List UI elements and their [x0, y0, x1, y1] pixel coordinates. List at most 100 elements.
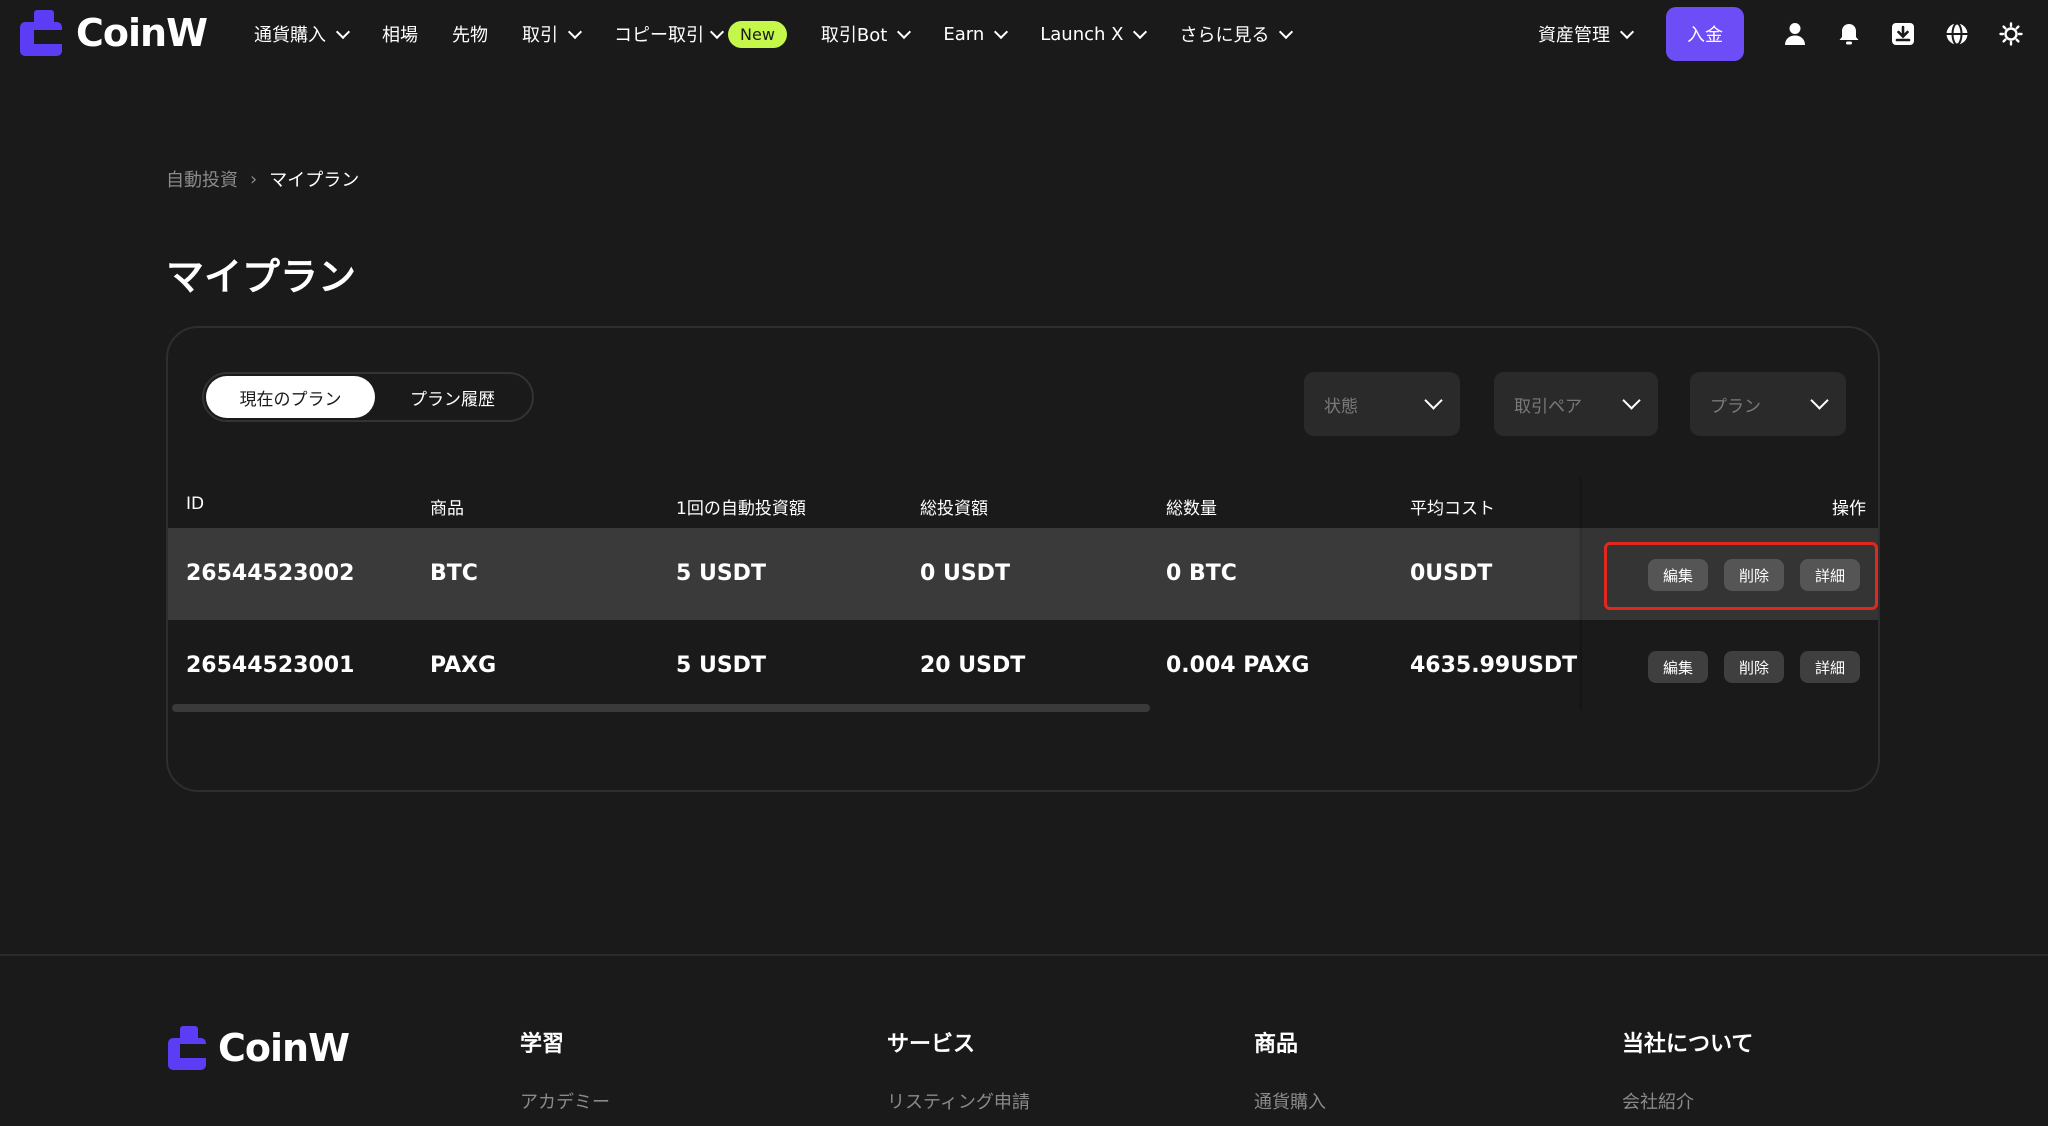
column-header-actions: 操作 [1832, 499, 1866, 519]
pair-filter[interactable]: 取引ペア [1494, 372, 1658, 436]
coinw-logo-icon [20, 10, 62, 56]
column-header-total-qty: 総数量 [1166, 499, 1217, 519]
nav-label: 取引Bot [820, 25, 888, 46]
footer-column-learn: 学習 アカデミー [520, 1026, 610, 1114]
column-header-id: ID [186, 494, 205, 514]
footer-column-products: 商品 通貨購入 [1254, 1026, 1326, 1114]
nav-label: 取引 [522, 25, 558, 46]
plan-total-qty: 0 BTC [1166, 561, 1237, 586]
footer-column-title: 学習 [520, 1032, 565, 1057]
nav-more[interactable]: さらに見る [1179, 21, 1294, 47]
plan-avg-cost: 4635.99USDT [1410, 653, 1578, 678]
delete-button[interactable]: 削除 [1724, 651, 1784, 683]
tab-plan-history[interactable]: プラン履歴 [375, 376, 530, 418]
nav-launch-x[interactable]: Launch X [1040, 23, 1148, 45]
footer-column-title: サービス [887, 1032, 976, 1057]
bell-icon[interactable] [1836, 21, 1862, 47]
plan-product: BTC [430, 561, 478, 586]
column-header-per-amount: 1回の自動投資額 [676, 499, 806, 519]
detail-button[interactable]: 詳細 [1800, 651, 1860, 683]
breadcrumb-parent[interactable]: 自動投資 [166, 166, 238, 192]
chevron-down-icon [1133, 24, 1148, 39]
globe-icon[interactable] [1944, 21, 1970, 47]
nav-buy-crypto[interactable]: 通貨購入 [254, 21, 351, 47]
footer-column-title: 商品 [1254, 1032, 1299, 1057]
plan-tabs: 現在のプラン プラン履歴 [202, 372, 534, 422]
footer-link[interactable]: アカデミー [520, 1088, 610, 1114]
footer-link[interactable]: 会社紹介 [1622, 1088, 1753, 1114]
status-filter[interactable]: 状態 [1304, 372, 1460, 436]
asset-management-label: 資産管理 [1538, 25, 1610, 46]
breadcrumb-current: マイプラン [269, 170, 360, 191]
edit-button[interactable]: 編集 [1648, 651, 1708, 683]
plan-total-qty: 0.004 PAXG [1166, 653, 1310, 678]
nav-markets[interactable]: 相場 [382, 21, 418, 47]
top-navigation: CoinW 通貨購入 相場 先物 取引 コピー取引 New 取引Bot Earn … [0, 0, 2048, 68]
column-header-product: 商品 [430, 499, 464, 519]
chevron-down-icon [567, 24, 583, 39]
deposit-button[interactable]: 入金 [1666, 7, 1744, 61]
main-menu: 通貨購入 相場 先物 取引 コピー取引 New 取引Bot Earn Launch… [254, 0, 1325, 68]
logo-text: CoinW [76, 11, 208, 55]
column-header-avg-cost: 平均コスト [1410, 499, 1495, 519]
status-filter-placeholder: 状態 [1324, 396, 1358, 417]
nav-copy-trading[interactable]: コピー取引 New [614, 20, 787, 48]
chevron-down-icon [709, 24, 725, 39]
nav-trade[interactable]: 取引 [522, 21, 583, 47]
tab-current-plans[interactable]: 現在のプラン [206, 376, 375, 418]
chevron-down-icon [897, 24, 912, 39]
chevron-down-icon [1622, 390, 1641, 410]
nav-label: 通貨購入 [254, 25, 326, 46]
nav-trading-bot[interactable]: 取引Bot [820, 21, 912, 47]
plan-id: 26544523002 [186, 561, 355, 586]
plan-per-amount: 5 USDT [676, 653, 766, 678]
asset-management-menu[interactable]: 資産管理 [1538, 21, 1635, 47]
chevron-down-icon [1810, 390, 1829, 410]
nav-label: Earn [943, 23, 985, 45]
footer-link[interactable]: 通貨購入 [1254, 1088, 1326, 1114]
sticky-column-shadow [1578, 478, 1582, 710]
highlight-box [1604, 542, 1878, 610]
user-icon[interactable] [1782, 21, 1808, 47]
plan-total-invested: 0 USDT [920, 561, 1010, 586]
coinw-logo-icon [168, 1026, 206, 1070]
plan-filter[interactable]: プラン [1690, 372, 1846, 436]
chevron-down-icon [1279, 24, 1294, 39]
breadcrumb: 自動投資 › マイプラン [166, 166, 359, 192]
horizontal-scrollbar[interactable] [172, 704, 1150, 712]
table-header: ID 商品 1回の自動投資額 総投資額 総数量 平均コスト 操作 [168, 478, 1878, 528]
chevron-down-icon [335, 24, 351, 39]
download-icon[interactable] [1890, 21, 1916, 47]
nav-label: さらに見る [1179, 25, 1270, 46]
nav-label: コピー取引 [614, 25, 704, 46]
footer: CoinW 学習 アカデミー サービス リスティング申請 商品 通貨購入 当社に… [0, 954, 2048, 1126]
nav-earn[interactable]: Earn [943, 23, 1009, 45]
nav-futures[interactable]: 先物 [452, 21, 488, 47]
plan-per-amount: 5 USDT [676, 561, 766, 586]
plan-id: 26544523001 [186, 653, 355, 678]
chevron-down-icon [994, 24, 1009, 39]
actions-cell: 編集 削除 詳細 [1582, 620, 1878, 712]
table-row: 26544523001 PAXG 5 USDT 20 USDT 0.004 PA… [168, 620, 1878, 712]
footer-link[interactable]: リスティング申請 [887, 1088, 1030, 1114]
footer-column-title: 当社について [1622, 1032, 1754, 1057]
new-badge: New [728, 20, 787, 48]
pair-filter-placeholder: 取引ペア [1514, 396, 1582, 417]
chevron-down-icon [1424, 390, 1443, 410]
column-header-total-invested: 総投資額 [920, 499, 988, 519]
footer-column-about: 当社について 会社紹介 [1622, 1026, 1753, 1114]
sun-icon[interactable] [1998, 21, 2024, 47]
header-actions: 資産管理 入金 [1538, 0, 2048, 68]
plans-panel: 現在のプラン プラン履歴 状態 取引ペア プラン ID 商品 1回の自動投資額 … [166, 326, 1880, 792]
chevron-right-icon: › [250, 168, 258, 190]
coinw-logo[interactable]: CoinW [20, 10, 208, 56]
nav-label: 先物 [452, 25, 488, 46]
page-title: マイプラン [166, 255, 357, 299]
plan-product: PAXG [430, 653, 497, 678]
chevron-down-icon [1619, 24, 1635, 39]
footer-logo[interactable]: CoinW [168, 1026, 350, 1070]
plan-filter-placeholder: プラン [1710, 396, 1761, 417]
nav-label: Launch X [1040, 23, 1124, 45]
plan-total-invested: 20 USDT [920, 653, 1026, 678]
plan-avg-cost: 0USDT [1410, 561, 1493, 586]
